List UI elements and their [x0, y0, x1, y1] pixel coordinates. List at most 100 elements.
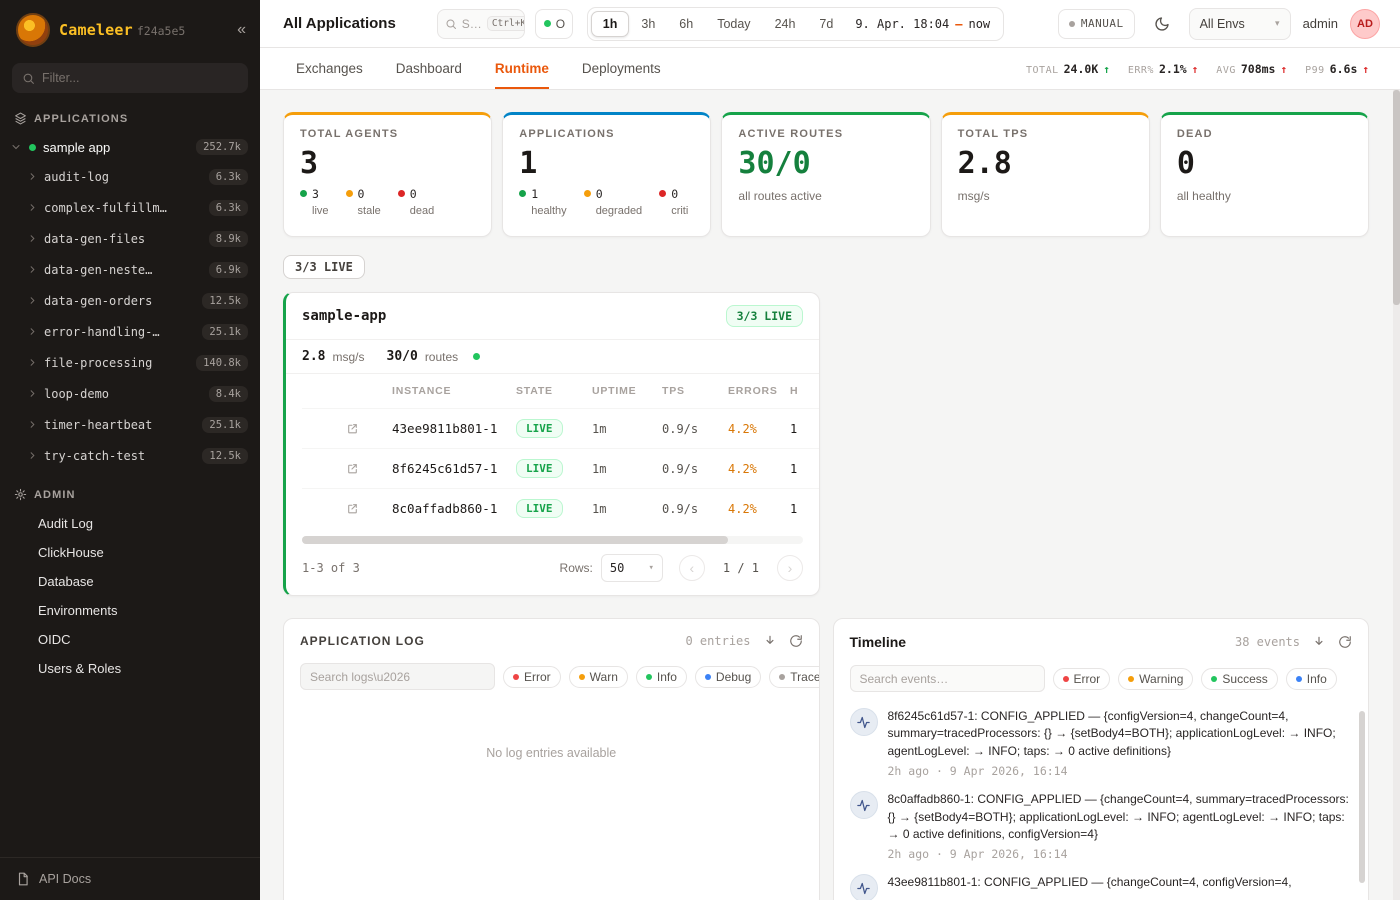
download-icon[interactable] [763, 634, 777, 648]
sidebar-item-try-catch-test[interactable]: try-catch-test12.5k [0, 440, 260, 471]
kpi-strip: TOTAL24.0K↑ ERR%2.1%↑ AVG708ms↑ P996.6s↑ [1026, 48, 1369, 89]
log-filter-debug[interactable]: Debug [695, 666, 761, 688]
log-search-input[interactable] [300, 663, 495, 690]
sidebar-item-data-gen-orders[interactable]: data-gen-orders12.5k [0, 285, 260, 316]
ministat-label: dead [410, 205, 434, 217]
api-docs-link[interactable]: API Docs [0, 857, 260, 900]
col-header-instance: INSTANCE [392, 385, 516, 397]
health-cell: 1 [790, 462, 807, 476]
tree-item-label: error-handling-… [44, 325, 160, 339]
sidebar-item-users-roles[interactable]: Users & Roles [0, 654, 260, 683]
table-row[interactable]: 43ee9811b801-1 LIVE 1m 0.9/s 4.2% 1 [302, 408, 819, 448]
time-range-1h[interactable]: 1h [591, 11, 630, 37]
manual-refresh-button[interactable]: MANUAL [1058, 9, 1135, 39]
trend-up-icon: ↑ [1280, 63, 1287, 76]
status-chip[interactable]: O [535, 9, 573, 39]
tab-runtime[interactable]: Runtime [495, 48, 549, 89]
scrollbar-thumb[interactable] [302, 536, 728, 544]
tab-deployments[interactable]: Deployments [582, 48, 661, 89]
sidebar-collapse-button[interactable]: « [237, 22, 246, 38]
sidebar-item-complex-fulfillment[interactable]: complex-fulfillm… 6.3k [0, 192, 260, 223]
prev-page-button[interactable]: ‹ [679, 555, 705, 581]
sidebar-item-sample-app[interactable]: sample app 252.7k [0, 133, 260, 161]
sidebar-item-error-handling[interactable]: error-handling-… 25.1k [0, 316, 260, 347]
sidebar-item-admin-audit-log[interactable]: Audit Log [0, 509, 260, 538]
tree-item-count: 6.3k [209, 200, 248, 216]
time-range-6h[interactable]: 6h [667, 11, 705, 37]
admin-items: Audit Log ClickHouse Database Environmen… [0, 509, 260, 683]
sidebar-item-audit-log[interactable]: audit-log6.3k [0, 161, 260, 192]
log-filter-error[interactable]: Error [503, 666, 561, 688]
env-select[interactable]: All Envs ▾ [1189, 8, 1291, 40]
external-link-icon[interactable] [326, 462, 392, 475]
dark-mode-toggle[interactable] [1147, 9, 1177, 39]
time-range-24h[interactable]: 24h [763, 11, 808, 37]
log-filter-warn[interactable]: Warn [569, 666, 628, 688]
sidebar-item-timer-heartbeat[interactable]: timer-heartbeat25.1k [0, 409, 260, 440]
event-timestamp: 2h ago · 9 Apr 2026, 16:14 [888, 847, 1351, 861]
topbar-right: MANUAL All Envs ▾ admin AD [1058, 8, 1380, 40]
timeline-event[interactable]: 8c0affadb860-1: CONFIG_APPLIED — {change… [850, 791, 1351, 861]
applications-section-label: APPLICATIONS [34, 113, 128, 125]
global-search-input[interactable]: S… Ctrl+K [437, 9, 525, 39]
info-dot [1296, 676, 1302, 682]
sidebar-item-environments[interactable]: Environments [0, 596, 260, 625]
log-filter-info[interactable]: Info [636, 666, 687, 688]
search-shortcut-kbd: Ctrl+K [487, 16, 525, 31]
horizontal-scrollbar[interactable] [302, 536, 803, 544]
time-range-today[interactable]: Today [705, 11, 762, 37]
col-header-errors: ERRORS [728, 385, 790, 397]
tree-item-count: 25.1k [202, 324, 248, 340]
next-page-button[interactable]: › [777, 555, 803, 581]
tree-item-count: 6.3k [209, 169, 248, 185]
main-area: All Applications S… Ctrl+K O 1h 3h 6h To… [260, 0, 1400, 900]
stat-card-total-agents: TOTAL AGENTS 3 3live 0stale 0dead [283, 112, 492, 237]
external-link-icon[interactable] [326, 422, 392, 435]
error-dot [513, 674, 519, 680]
tree-item-label: complex-fulfillm… [44, 201, 167, 215]
brand-text: Cameleerf24a5e5 [59, 21, 185, 40]
time-range-display[interactable]: 9. Apr. 18:04 — now [845, 17, 1000, 31]
sidebar-item-loop-demo[interactable]: loop-demo8.4k [0, 378, 260, 409]
live-summary-chip[interactable]: 3/3 LIVE [283, 255, 365, 279]
time-range-7d[interactable]: 7d [807, 11, 845, 37]
sidebar-item-data-gen-files[interactable]: data-gen-files8.9k [0, 223, 260, 254]
timeline-scrollbar[interactable] [1359, 711, 1365, 883]
sidebar-item-data-gen-nested[interactable]: data-gen-neste…6.9k [0, 254, 260, 285]
instance-id: 43ee9811b801-1 [392, 421, 516, 436]
timeline-event[interactable]: 8f6245c61d57-1: CONFIG_APPLIED — {config… [850, 708, 1351, 778]
timeline-search-input[interactable] [850, 665, 1045, 692]
sidebar-item-clickhouse[interactable]: ClickHouse [0, 538, 260, 567]
sidebar-item-database[interactable]: Database [0, 567, 260, 596]
time-range-3h[interactable]: 3h [629, 11, 667, 37]
scrollbar-thumb[interactable] [1393, 90, 1400, 305]
page-scrollbar[interactable] [1393, 90, 1400, 900]
sidebar-header: Cameleerf24a5e5 « [0, 0, 260, 57]
kpi-p99: P996.6s↑ [1305, 62, 1369, 76]
sidebar-item-file-processing[interactable]: file-processing140.8k [0, 347, 260, 378]
tab-exchanges[interactable]: Exchanges [296, 48, 363, 89]
timeline-filter-info[interactable]: Info [1286, 668, 1337, 690]
stat-card-subtitle: all routes active [738, 189, 913, 203]
timeline-filter-error[interactable]: Error [1053, 668, 1111, 690]
timeline-filter-warning[interactable]: Warning [1118, 668, 1193, 690]
sidebar-filter-input[interactable] [42, 71, 238, 85]
tab-dashboard[interactable]: Dashboard [396, 48, 462, 89]
refresh-icon[interactable] [1338, 635, 1352, 649]
rows-per-page-select[interactable]: 50 ▾ [601, 554, 663, 582]
table-row[interactable]: 8c0affadb860-1 LIVE 1m 0.9/s 4.2% 1 [302, 488, 819, 528]
range-separator: — [955, 17, 962, 31]
table-row[interactable]: 8f6245c61d57-1 LIVE 1m 0.9/s 4.2% 1 [302, 448, 819, 488]
timeline-filter-success[interactable]: Success [1201, 668, 1277, 690]
chevron-down-icon: ▾ [1275, 18, 1280, 29]
external-link-icon[interactable] [326, 502, 392, 515]
timeline-event[interactable]: 43ee9811b801-1: CONFIG_APPLIED — {change… [850, 874, 1351, 900]
refresh-icon[interactable] [789, 634, 803, 648]
applications-section-header: APPLICATIONS [0, 95, 260, 133]
event-text: 43ee9811b801-1: CONFIG_APPLIED — {change… [888, 874, 1351, 891]
download-icon[interactable] [1312, 635, 1326, 649]
stat-card-subtitle: all healthy [1177, 189, 1352, 203]
sidebar-item-oidc[interactable]: OIDC [0, 625, 260, 654]
log-filter-trace[interactable]: Trace [769, 666, 818, 688]
avatar[interactable]: AD [1350, 9, 1380, 39]
